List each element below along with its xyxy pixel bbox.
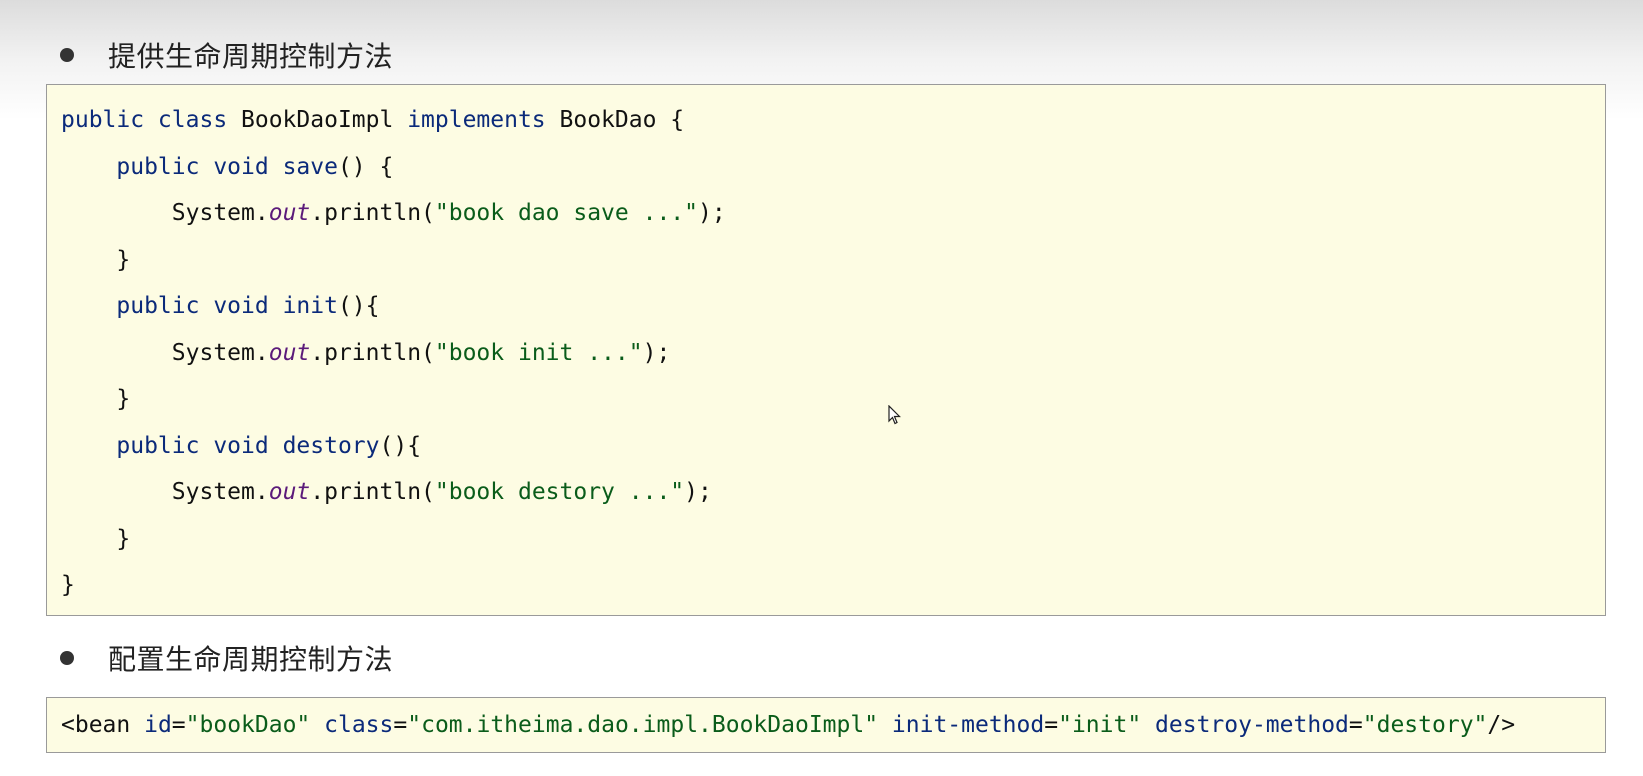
code-token: init-method (891, 711, 1045, 738)
code-line: System.out.println("book destory ..."); (61, 469, 1605, 516)
section-heading-configure: 配置生命周期控制方法 (60, 638, 393, 678)
code-token: System. (61, 339, 269, 366)
section-heading-provide: 提供生命周期控制方法 (60, 35, 393, 75)
code-token: } (61, 386, 131, 412)
code-token: "destory" (1362, 711, 1488, 738)
code-token: = (393, 711, 408, 738)
code-token: implements (407, 107, 560, 133)
mouse-pointer-icon (888, 405, 901, 425)
code-token: out (268, 339, 311, 366)
code-token: destroy-method (1155, 711, 1349, 738)
code-token: } (61, 525, 131, 552)
bullet-icon (60, 48, 74, 62)
code-line: System.out.println("book dao save ..."); (61, 190, 1605, 237)
code-token: BookDaoImpl (241, 107, 408, 133)
code-token: .println( (310, 479, 435, 505)
code-token: public void (61, 293, 283, 319)
code-token: ); (684, 479, 712, 505)
code-token: System. (61, 479, 269, 505)
code-token: BookDao { (559, 107, 685, 133)
code-line: } (61, 237, 1605, 284)
code-token: destory (282, 432, 380, 459)
code-token: (){ (379, 432, 422, 459)
code-token: = (1348, 711, 1363, 738)
code-token: "bookDao" (185, 711, 325, 738)
code-line: } (61, 516, 1605, 563)
code-token: "book init ..." (434, 339, 643, 366)
code-token: id (144, 711, 172, 738)
code-token: ); (698, 200, 726, 226)
code-line: public void destory(){ (61, 423, 1605, 470)
code-token: save (282, 153, 338, 180)
code-token: .println( (310, 200, 435, 226)
section-title: 提供生命周期控制方法 (108, 40, 394, 73)
code-token: "com.itheima.dao.impl.BookDaoImpl" (407, 711, 892, 738)
code-line: System.out.println("book init ..."); (61, 330, 1605, 377)
code-token: public void (61, 432, 283, 459)
code-token: /> (1487, 711, 1516, 738)
code-token: public void (61, 153, 283, 180)
code-token: "book dao save ..." (434, 200, 698, 226)
code-token: out (268, 479, 311, 505)
code-token: class (324, 711, 394, 738)
code-line: public void save() { (61, 144, 1605, 191)
code-token: "init" (1058, 711, 1156, 738)
code-token: = (171, 711, 186, 738)
code-token: init (282, 293, 338, 319)
code-token: "book destory ..." (434, 479, 685, 505)
code-token: () { (337, 153, 394, 180)
section-title: 配置生命周期控制方法 (108, 643, 394, 676)
code-token: (){ (337, 293, 380, 319)
code-token: } (61, 246, 131, 273)
code-line: } (61, 376, 1605, 423)
xml-code-block: <bean id="bookDao" class="com.itheima.da… (46, 697, 1606, 753)
code-line: <bean id="bookDao" class="com.itheima.da… (61, 702, 1515, 749)
code-token: out (268, 200, 311, 226)
code-token: = (1044, 711, 1059, 738)
code-token: public class (61, 107, 242, 133)
code-token: <bean (61, 711, 145, 738)
code-line: public class BookDaoImpl implements Book… (61, 97, 1605, 144)
code-token: System. (61, 200, 269, 226)
code-line: public void init(){ (61, 283, 1605, 330)
code-token: ); (642, 339, 671, 366)
bullet-icon (60, 651, 74, 665)
java-code-block: public class BookDaoImpl implements Book… (46, 84, 1606, 616)
code-token: .println( (310, 339, 435, 366)
code-line: } (61, 562, 1605, 609)
code-token: } (61, 572, 75, 598)
